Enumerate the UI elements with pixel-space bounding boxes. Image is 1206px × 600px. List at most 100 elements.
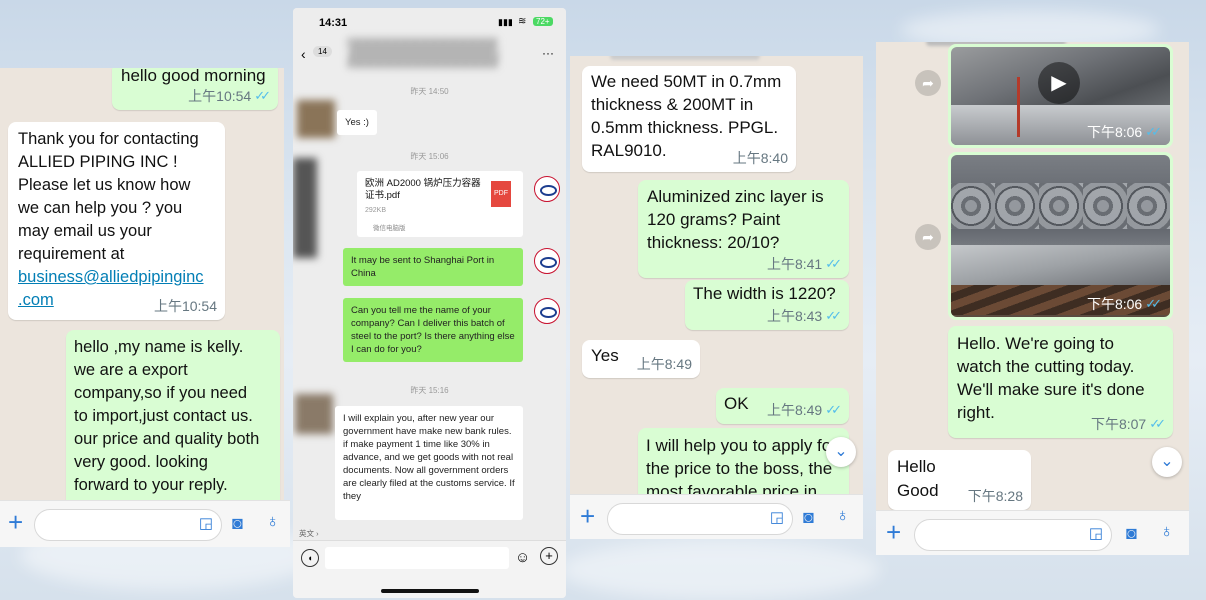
message-meta: 下午8:06 ✓✓ (1086, 294, 1162, 314)
battery-badge: 72+ (533, 17, 553, 26)
message-meta: 下午8:06 ✓✓ (1086, 122, 1162, 142)
avatar (297, 100, 335, 138)
message-bubble[interactable]: The width is 1220? 上午8:43 ✓✓ (685, 280, 849, 330)
double-check-icon: ✓✓ (1149, 416, 1166, 431)
message-text: OK (724, 394, 749, 413)
message-input[interactable]: ◲ (914, 519, 1112, 551)
camera-icon[interactable]: ◙ (1126, 523, 1137, 544)
camera-icon[interactable]: ◙ (232, 513, 243, 534)
double-check-icon: ✓✓ (825, 308, 842, 323)
message-time: 上午8:49 (766, 402, 823, 418)
back-button[interactable]: ‹ (301, 46, 306, 62)
message-time: 上午8:43 (766, 308, 823, 324)
translate-label[interactable]: 英文 › (299, 528, 319, 539)
file-name: 欧洲 AD2000 锅炉压力容器证书.pdf (365, 178, 481, 201)
signal-icon: ▮▮▮ (498, 17, 513, 27)
message-meta: 上午8:41 ✓✓ (766, 254, 842, 274)
plus-icon[interactable]: + (540, 547, 558, 565)
message-meta: 上午10:54 (154, 296, 217, 316)
home-indicator (381, 589, 479, 593)
message-text: Aluminized zinc layer is 120 grams? Pain… (647, 187, 824, 252)
wechat-message-input[interactable] (325, 547, 509, 569)
sticker-icon[interactable]: ◲ (199, 514, 213, 532)
more-button[interactable]: ··· (542, 46, 554, 60)
message-bubble[interactable]: Can you tell me the name of your company… (343, 298, 523, 362)
message-bubble[interactable]: OK 上午8:49 ✓✓ (716, 388, 849, 424)
message-time: 上午8:49 (636, 356, 692, 372)
message-meta: 下午8:07 ✓✓ (1090, 414, 1166, 434)
chat-panel-4: ➦ ▶ 下午8:06 ✓✓ ➦ 下午8:06 ✓✓ Hello. We're goi… (876, 42, 1189, 515)
red-pole (1017, 77, 1020, 137)
microphone-icon[interactable]: ♁ (266, 511, 280, 532)
message-text: Thank you for contacting ALLIED PIPING I… (18, 130, 199, 263)
status-bar: 14:31 ▮▮▮ ≋ 72+ (293, 8, 566, 36)
message-time: 下午8:07 (1090, 416, 1147, 432)
wechat-input-bar: ◖ ☺ + (293, 540, 566, 598)
company-logo-avatar (534, 176, 560, 202)
message-meta: 上午8:43 ✓✓ (766, 306, 842, 326)
plus-icon[interactable]: + (886, 519, 901, 545)
message-bubble[interactable]: Yes :) (337, 110, 377, 135)
steel-stack (951, 245, 1170, 285)
message-text: hello ,my name is kelly. we are a export… (74, 338, 260, 517)
message-bubble[interactable]: Hello Good 下午8:28 (888, 450, 1031, 510)
message-meta: 上午8:40 (733, 148, 788, 168)
steel-photo (951, 155, 1170, 317)
plus-icon[interactable]: + (580, 503, 595, 529)
chevron-down-icon[interactable]: ⌄ (1152, 447, 1182, 477)
sticker-icon[interactable]: ◲ (770, 508, 784, 526)
video-message[interactable]: ▶ 下午8:06 ✓✓ (948, 44, 1173, 148)
message-bubble[interactable]: Thank you for contacting ALLIED PIPING I… (8, 122, 225, 320)
camera-icon[interactable]: ◙ (803, 507, 814, 528)
avatar (295, 394, 333, 434)
input-bar: + ◲ ◙ ♁ (0, 500, 290, 547)
chevron-down-icon[interactable]: ⌄ (826, 437, 856, 467)
message-bubble[interactable]: Yes 上午8:49 (582, 340, 700, 378)
chat-panel-3: We need 50MT in 0.7mm thickness & 200MT … (570, 56, 863, 496)
message-bubble[interactable]: Hello. We're going to watch the cutting … (948, 326, 1173, 438)
quoted-header (610, 56, 760, 60)
message-time: 下午8:28 (967, 488, 1023, 504)
microphone-icon[interactable]: ♁ (1160, 521, 1174, 542)
message-time: 下午8:06 (1086, 124, 1143, 140)
message-bubble[interactable]: I will explain you, after new year our g… (335, 406, 523, 520)
message-time: 上午10:54 (188, 88, 252, 104)
microphone-icon[interactable]: ♁ (836, 505, 850, 526)
double-check-icon: ✓✓ (825, 256, 842, 271)
chat-panel-1: hello good morning 上午10:54 ✓✓ Thank you f… (0, 68, 284, 544)
message-time: 上午8:40 (732, 150, 788, 166)
message-text: Hello Good (897, 457, 939, 500)
forward-icon[interactable]: ➦ (915, 70, 941, 96)
message-time: 下午8:06 (1086, 296, 1143, 312)
unread-count[interactable]: 14 (313, 46, 332, 57)
play-icon[interactable]: ▶ (1038, 62, 1080, 104)
message-text: Yes (591, 346, 619, 365)
message-bubble[interactable]: Aluminized zinc layer is 120 grams? Pain… (638, 180, 849, 278)
message-bubble[interactable]: hello good morning 上午10:54 ✓✓ (112, 68, 278, 110)
chat-header: ‹ 14 ··· (293, 36, 566, 76)
wechat-panel: 14:31 ▮▮▮ ≋ 72+ ‹ 14 ··· 昨天 14:50 Yes :)… (293, 8, 566, 598)
emoji-icon[interactable]: ☺ (515, 549, 530, 566)
plus-icon[interactable]: + (8, 509, 23, 535)
file-card[interactable]: 欧洲 AD2000 锅炉压力容器证书.pdf 292KB PDF 微信电脑版 (357, 171, 523, 237)
input-bar: + ◲ ◙ ♁ (570, 494, 863, 539)
coil-row (951, 183, 1170, 229)
message-input[interactable]: ◲ (34, 509, 222, 541)
message-bubble[interactable]: I will help you to apply for the price t… (638, 428, 849, 496)
double-check-icon: ✓✓ (1145, 124, 1162, 139)
message-text: I will help you to apply for the price t… (646, 436, 837, 496)
message-meta: 上午8:49 ✓✓ (766, 400, 842, 420)
message-bubble[interactable]: We need 50MT in 0.7mm thickness & 200MT … (582, 66, 796, 172)
file-size: 292KB (365, 207, 387, 214)
forward-icon[interactable]: ➦ (915, 224, 941, 250)
timestamp: 昨天 15:16 (410, 386, 449, 395)
sticker-icon[interactable]: ◲ (1089, 524, 1103, 542)
double-check-icon: ✓✓ (1145, 296, 1162, 311)
message-text: Hello. We're going to watch the cutting … (957, 334, 1145, 422)
voice-icon[interactable]: ◖ (301, 549, 319, 567)
message-bubble[interactable]: It may be sent to Shanghai Port in China (343, 248, 523, 286)
message-input[interactable]: ◲ (607, 503, 793, 535)
image-message[interactable]: 下午8:06 ✓✓ (948, 152, 1173, 320)
message-time: 上午8:41 (766, 256, 823, 272)
contact-name (348, 38, 498, 68)
